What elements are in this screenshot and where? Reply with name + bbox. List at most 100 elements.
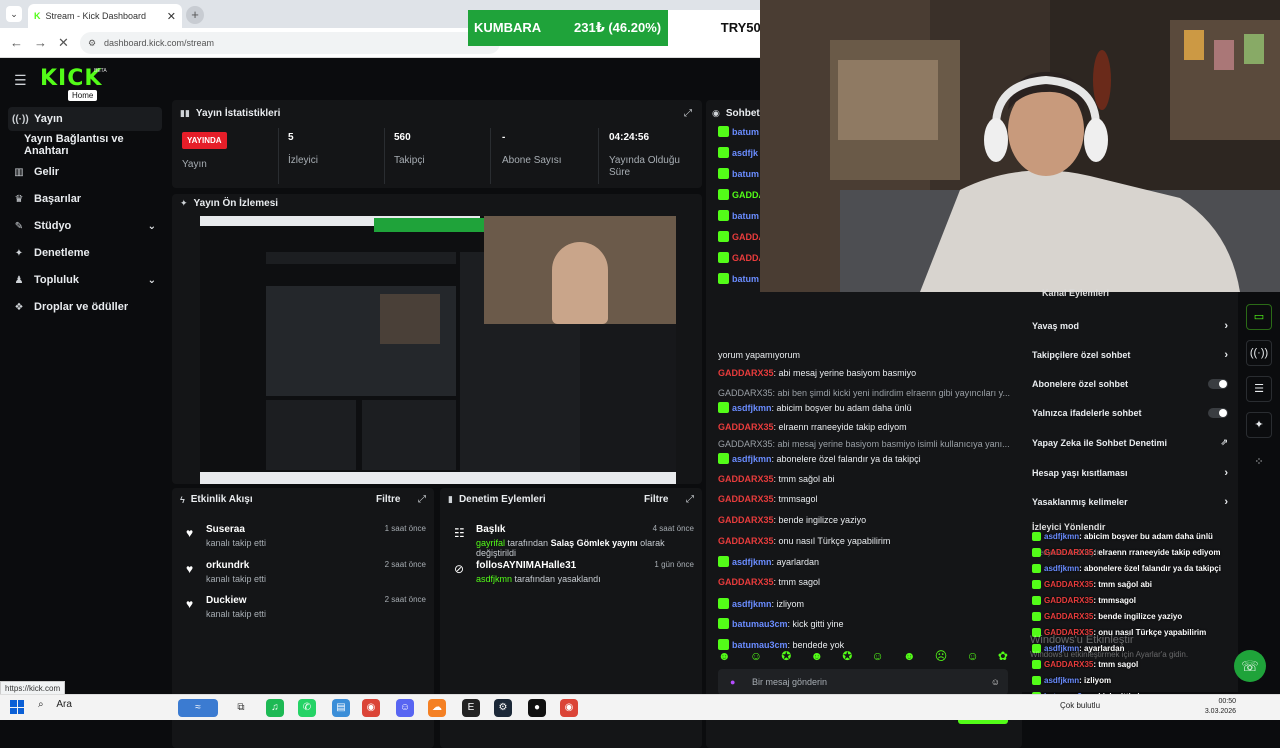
user-badge-icon: [718, 147, 729, 158]
emote-only-toggle[interactable]: [1208, 408, 1228, 418]
emote-icon[interactable]: ✪: [781, 649, 791, 663]
mod-user[interactable]: gayrifal: [476, 538, 505, 548]
emote-icon[interactable]: ☻: [718, 649, 731, 663]
setting-banned-words[interactable]: Yasaklanmış kelimeler ›: [1032, 496, 1228, 508]
chat-username[interactable]: GADDARX35: [718, 422, 774, 432]
dots-icon[interactable]: ⁘: [1246, 450, 1272, 476]
subs-value: -: [502, 132, 506, 143]
sidebar-item-droplar[interactable]: ❖ Droplar ve ödüller: [8, 295, 162, 319]
setting-ai-moderation[interactable]: Yapay Zeka ile Sohbet Denetimi ⇗: [1032, 437, 1228, 448]
setting-account-age[interactable]: Hesap yaşı kısıtlaması ›: [1032, 467, 1228, 479]
emote-icon[interactable]: ☻: [810, 649, 823, 663]
back-icon[interactable]: ←: [10, 35, 23, 50]
reload-icon[interactable]: ✕: [58, 35, 69, 51]
activity-item: ♥ orkundrk kanalı takip etti 2 saat önce: [186, 560, 426, 584]
emote-icon[interactable]: ☺: [966, 649, 978, 663]
menu-icon[interactable]: ☰: [14, 72, 27, 89]
obs-icon[interactable]: ●: [528, 699, 546, 717]
chat-username[interactable]: GADDARX35: [718, 494, 774, 504]
chat-username[interactable]: GADDARX35: [718, 474, 774, 484]
overlay-chat-text: : bende ingilizce yaziyo: [1093, 612, 1183, 621]
broadcast-icon[interactable]: ((·)): [1246, 340, 1272, 366]
activity-item: ♥ Suseraa kanalı takip etti 1 saat önce: [186, 524, 426, 548]
expand-icon[interactable]: ⤢: [686, 494, 694, 505]
emoji-icon[interactable]: ☺: [991, 669, 1000, 695]
site-info-icon[interactable]: ⚙: [88, 32, 96, 54]
chrome-icon[interactable]: ◉: [362, 699, 380, 717]
help-chat-icon[interactable]: ☏: [1234, 650, 1266, 682]
close-tab-icon[interactable]: ✕: [167, 10, 176, 23]
chat-username[interactable]: GADDARX35: [718, 515, 774, 525]
moderation-filter-button[interactable]: Filtre: [644, 494, 668, 505]
windows-activate-subtitle: Windows'u etkinleştirmek için Ayarlar'a …: [1030, 650, 1189, 659]
emote-icon[interactable]: ☹: [935, 649, 948, 663]
windows-start-icon[interactable]: [10, 700, 24, 714]
setting-subs-only[interactable]: Abonelere özel sohbet: [1032, 379, 1228, 389]
chat-username[interactable]: GADDARX35: [718, 536, 774, 546]
sidebar-item-gelir[interactable]: ▥ Gelir: [8, 160, 162, 184]
chat-input[interactable]: ● Bir mesaj gönderin ☺: [718, 669, 1008, 695]
viewer-redirect-label[interactable]: İzleyici Yönlendir: [1032, 522, 1105, 532]
expand-icon[interactable]: ⤢: [684, 108, 692, 119]
chat-username[interactable]: batum: [732, 169, 759, 179]
mod-user[interactable]: asdfjkmn: [476, 574, 512, 584]
setting-followers-only[interactable]: Takipçilere özel sohbet ›: [1032, 349, 1228, 361]
epic-icon[interactable]: E: [462, 699, 480, 717]
sidebar-item-stream-key[interactable]: Yayın Bağlantısı ve Anahtarı: [20, 133, 170, 157]
chat-username[interactable]: GADDARX35: [718, 577, 774, 587]
whatsapp-icon[interactable]: ✆: [298, 699, 316, 717]
subs-only-toggle[interactable]: [1208, 379, 1228, 389]
steam-icon[interactable]: ⚙: [494, 699, 512, 717]
emote-icon[interactable]: ☺: [872, 649, 884, 663]
address-bar[interactable]: ⚙ dashboard.kick.com/stream: [80, 32, 500, 54]
emote-icon[interactable]: ✪: [842, 649, 852, 663]
chrome-active-icon[interactable]: ◉: [560, 699, 578, 717]
chat-toggle-icon[interactable]: ▭: [1246, 304, 1272, 330]
system-clock[interactable]: 00:50 3.03.2026: [1205, 697, 1236, 717]
chat-username[interactable]: asdfjkmn: [732, 403, 772, 413]
forward-icon[interactable]: →: [34, 35, 47, 50]
chat-title-text: Sohbet: [725, 108, 760, 119]
chat-username[interactable]: asdfjkmn: [732, 599, 772, 609]
chat-username[interactable]: batum: [732, 127, 759, 137]
setting-emote-only[interactable]: Yalnızca ifadelerle sohbet: [1032, 408, 1228, 418]
chat-username[interactable]: asdfjkmn: [732, 557, 772, 567]
sidebar-item-topluluk[interactable]: ♟ Topluluk ⌄: [8, 268, 162, 292]
mic-icon[interactable]: ●: [730, 669, 735, 695]
sidebar-item-basarilar[interactable]: ♛ Başarılar: [8, 187, 162, 211]
chat-message: GADDARX35: onu nasıl Türkçe yapabilirim: [718, 536, 890, 546]
discord-icon[interactable]: ☺: [396, 699, 414, 717]
taskbar-search[interactable]: ⌕ Ara: [38, 699, 72, 710]
emote-icon[interactable]: ✿: [998, 649, 1008, 663]
chat-username[interactable]: batum: [732, 274, 759, 284]
wrench-icon[interactable]: ✦: [1246, 412, 1272, 438]
setting-slow-mode[interactable]: Yavaş mod ›: [1032, 320, 1228, 332]
emote-icon[interactable]: ☻: [903, 649, 916, 663]
stat-live: YAYINDA Yayın: [182, 132, 227, 171]
sidebar-item-yayin[interactable]: ((·)) Yayın: [8, 107, 162, 131]
chat-username[interactable]: GADDARX35: [718, 368, 774, 378]
widgets-icon[interactable]: ≈: [178, 699, 218, 717]
sidebar-item-denetleme[interactable]: ✦ Denetleme: [8, 241, 162, 265]
chat-message: GADDARX35: tmm sagol: [718, 577, 820, 587]
cloud-icon[interactable]: ☁: [428, 699, 446, 717]
chat-message: asdfjk: [718, 147, 758, 158]
chat-username[interactable]: batum: [732, 211, 759, 221]
list-icon[interactable]: ☰: [1246, 376, 1272, 402]
stream-preview-panel: ✦ Yayın Ön İzlemesi: [172, 194, 702, 484]
emote-icon[interactable]: ☺: [750, 649, 762, 663]
files-icon[interactable]: ▤: [332, 699, 350, 717]
activity-filter-button[interactable]: Filtre: [376, 494, 400, 505]
chat-username[interactable]: asdfjkmn: [732, 454, 772, 464]
expand-icon[interactable]: ⤢: [418, 494, 426, 505]
tab-menu-button[interactable]: ⌄: [6, 6, 22, 22]
user-badge-icon: [1032, 596, 1041, 605]
chat-username[interactable]: asdfjk: [732, 148, 758, 158]
browser-tab[interactable]: K Stream - Kick Dashboard ✕: [28, 4, 182, 28]
task-view-icon[interactable]: ⧉: [232, 699, 250, 717]
spotify-icon[interactable]: ♫: [266, 699, 284, 717]
stream-preview-video[interactable]: [200, 216, 676, 484]
new-tab-button[interactable]: +: [186, 6, 204, 24]
sidebar-item-studyo[interactable]: ✎ Stüdyo ⌄: [8, 214, 162, 238]
chat-username[interactable]: batumau3cm: [732, 619, 788, 629]
